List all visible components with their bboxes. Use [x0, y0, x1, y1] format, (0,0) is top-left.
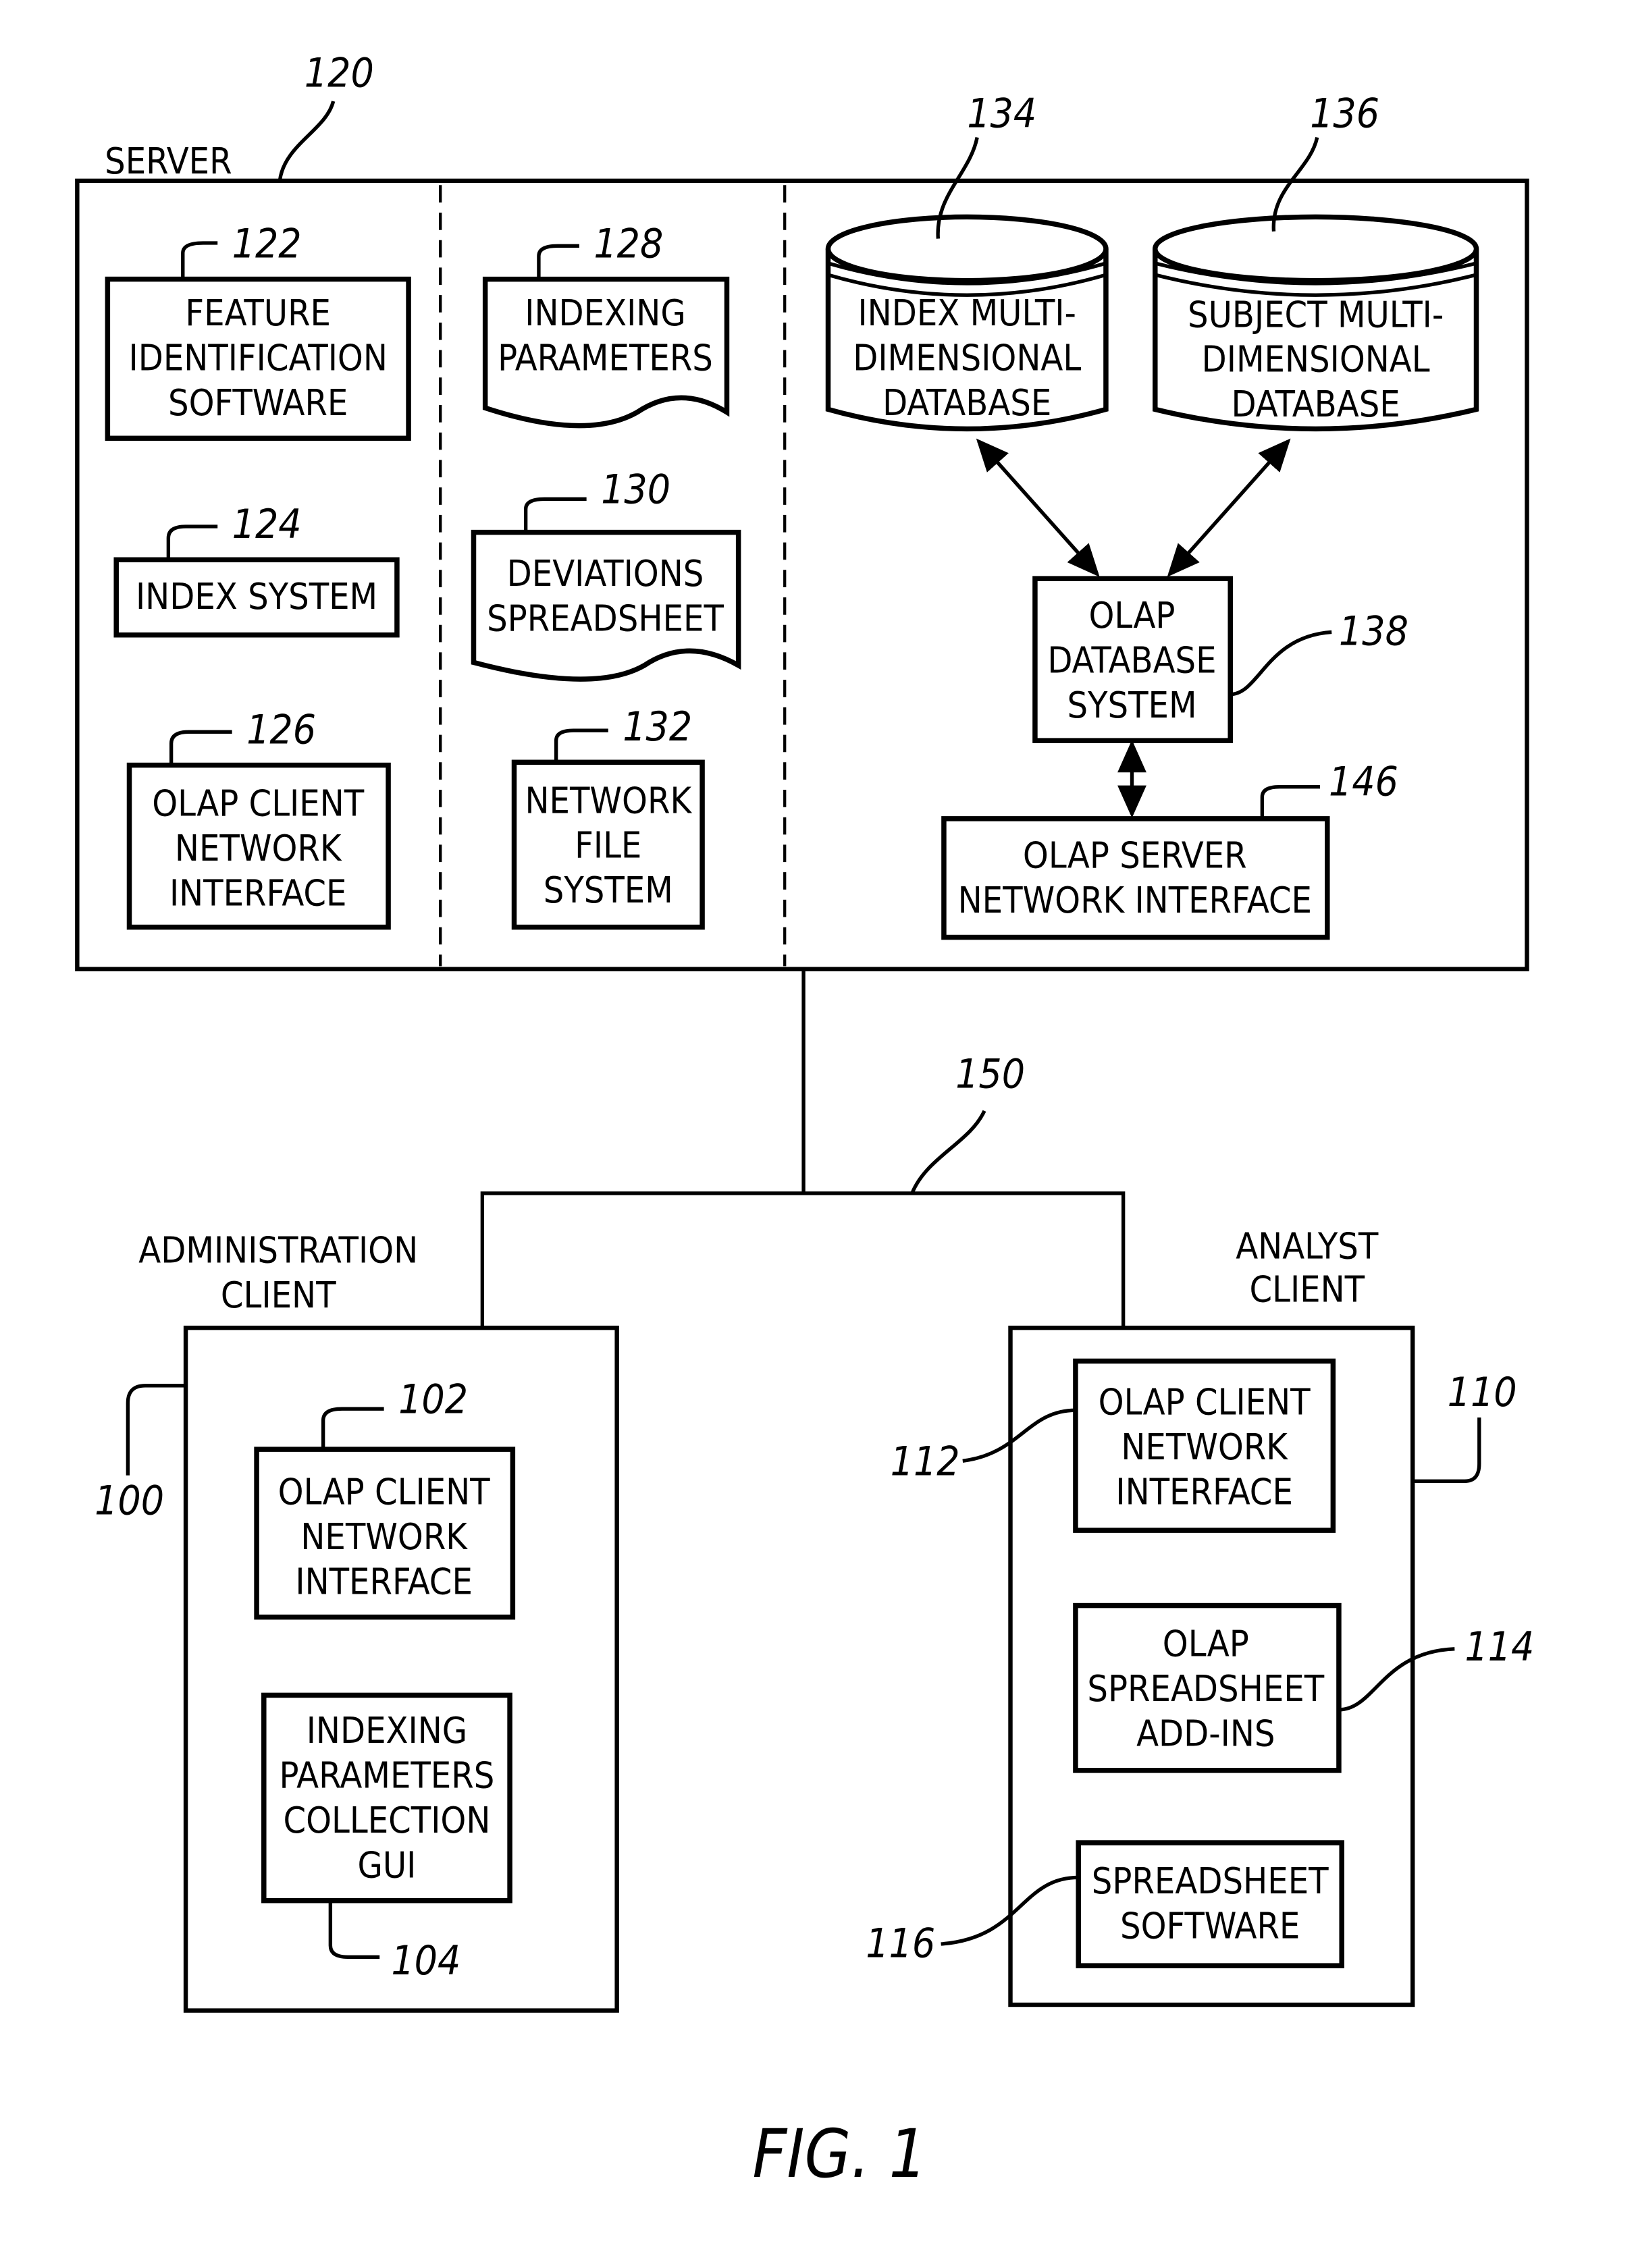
index-multidimensional-database-cylinder: 134 INDEX MULTI- DIMENSIONAL DATABASE: [825, 90, 1109, 432]
arrow-136-138: [1167, 438, 1291, 577]
reference-numeral: 102: [398, 1376, 468, 1424]
block-label-line: NETWORK: [175, 827, 342, 869]
block-label-line: OLAP CLIENT: [1099, 1381, 1311, 1424]
block-label-line: INDEX MULTI-: [857, 292, 1076, 334]
block-label-line: INTERFACE: [1115, 1471, 1293, 1513]
block-label-line: INTERFACE: [169, 871, 347, 914]
reference-numeral: 138: [1339, 608, 1408, 655]
spreadsheet-software-block: 116 SPREADSHEET SOFTWARE: [866, 1840, 1344, 1968]
reference-numeral: 134: [967, 90, 1036, 138]
block-label-line: SUBJECT MULTI-: [1188, 293, 1444, 335]
block-label-line: SOFTWARE: [1120, 1904, 1300, 1947]
block-label-line: NETWORK: [525, 779, 693, 821]
reference-numeral: 122: [232, 220, 302, 267]
block-label-line: ADMINISTRATION: [138, 1229, 418, 1272]
block-label-line: DATABASE: [1232, 383, 1400, 425]
block-label-line: SPREADSHEET: [1087, 1667, 1324, 1710]
indexing-parameters-document: 128 INDEXING PARAMETERS: [482, 220, 730, 429]
block-label-line: DIMENSIONAL: [853, 337, 1081, 379]
block-label-line: OLAP: [1088, 594, 1175, 637]
olap-client-network-interface-block-admin: 102 OLAP CLIENT NETWORK INTERFACE: [254, 1376, 516, 1620]
block-label-line: INDEX SYSTEM: [136, 575, 377, 618]
reference-numeral: 110: [1448, 1369, 1517, 1416]
block-label-line: COLLECTION: [283, 1799, 490, 1841]
server-title: SERVER: [105, 140, 232, 182]
olap-database-system-block: 138 OLAP DATABASE SYSTEM: [1032, 576, 1408, 743]
reference-numeral: 116: [866, 1920, 935, 1967]
indexing-parameters-collection-gui-block: 104 INDEXING PARAMETERS COLLECTION GUI: [261, 1692, 512, 1985]
reference-numeral: 124: [232, 501, 302, 548]
block-label-line: ANALYST: [1236, 1224, 1379, 1267]
block-label-line: GUI: [358, 1843, 417, 1886]
block-label-line: DIMENSIONAL: [1202, 338, 1430, 381]
block-label-line: SYSTEM: [544, 869, 673, 911]
block-label-line: CLIENT: [221, 1274, 336, 1316]
reference-numeral: 128: [593, 220, 663, 267]
block-label-line: NETWORK: [300, 1515, 468, 1558]
block-label-line: OLAP CLIENT: [278, 1471, 490, 1513]
block-label-line: INDEXING: [525, 292, 685, 334]
reference-numeral: 126: [246, 706, 316, 753]
olap-client-network-interface-block-analyst: 112 OLAP CLIENT NETWORK INTERFACE: [891, 1358, 1336, 1533]
reference-numeral: 150: [955, 1050, 1025, 1098]
block-label-line: FEATURE: [185, 292, 331, 334]
reference-numeral: 104: [391, 1937, 460, 1985]
feature-identification-software-block: 122 FEATURE IDENTIFICATION SOFTWARE: [105, 220, 411, 441]
block-label-line: NETWORK: [1121, 1426, 1288, 1468]
reference-numeral: 130: [601, 466, 670, 514]
block-label-line: PARAMETERS: [498, 337, 713, 379]
block-label-line: DATABASE: [1047, 639, 1216, 681]
olap-spreadsheet-add-ins-block: 114 OLAP SPREADSHEET ADD-INS: [1073, 1602, 1534, 1773]
network-file-system-block: 132 NETWORK FILE SYSTEM: [511, 703, 705, 930]
reference-numeral: 132: [623, 703, 692, 751]
olap-client-network-interface-block-server: 126 OLAP CLIENT NETWORK INTERFACE: [126, 706, 391, 930]
subject-multidimensional-database-cylinder: 136 SUBJECT MULTI- DIMENSIONAL DATABASE: [1153, 90, 1479, 432]
block-label-line: ADD-INS: [1136, 1712, 1275, 1754]
block-label-line: INDEXING: [307, 1709, 467, 1752]
block-label-line: SYSTEM: [1067, 684, 1196, 726]
block-label-line: SPREADSHEET: [1092, 1860, 1329, 1902]
olap-server-network-interface-block: 146 OLAP SERVER NETWORK INTERFACE: [941, 759, 1398, 940]
index-system-block: 124 INDEX SYSTEM: [113, 501, 400, 638]
block-label-line: DATABASE: [882, 381, 1051, 424]
system-diagram: SERVER 120 122 FEATURE IDENTIFICATION SO…: [75, 50, 1534, 2193]
block-label-line: SPREADSHEET: [487, 597, 724, 639]
block-label-line: INTERFACE: [295, 1560, 473, 1602]
arrow-134-138: [976, 438, 1100, 577]
block-label-line: PARAMETERS: [280, 1754, 495, 1797]
network-bus: 150: [480, 969, 1126, 1328]
block-label-line: SOFTWARE: [168, 381, 348, 424]
reference-numeral: 114: [1465, 1623, 1534, 1671]
ref-120: 120: [305, 50, 374, 97]
block-label-line: OLAP: [1163, 1623, 1249, 1665]
reference-numeral: 136: [1310, 90, 1379, 138]
deviations-spreadsheet-document: 130 DEVIATIONS SPREADSHEET: [471, 466, 741, 682]
block-label-line: NETWORK INTERFACE: [958, 879, 1312, 921]
block-label-line: FILE: [575, 824, 641, 867]
block-label-line: OLAP CLIENT: [152, 782, 364, 825]
figure-label: FIG. 1: [752, 2116, 927, 2193]
block-label-line: OLAP SERVER: [1023, 834, 1247, 877]
block-label-line: IDENTIFICATION: [129, 337, 388, 379]
reference-numeral: 112: [891, 1438, 960, 1486]
block-label-line: DEVIATIONS: [507, 552, 704, 595]
block-label-line: CLIENT: [1249, 1268, 1365, 1311]
reference-numeral: 100: [95, 1478, 164, 1525]
reference-numeral: 146: [1329, 759, 1398, 806]
